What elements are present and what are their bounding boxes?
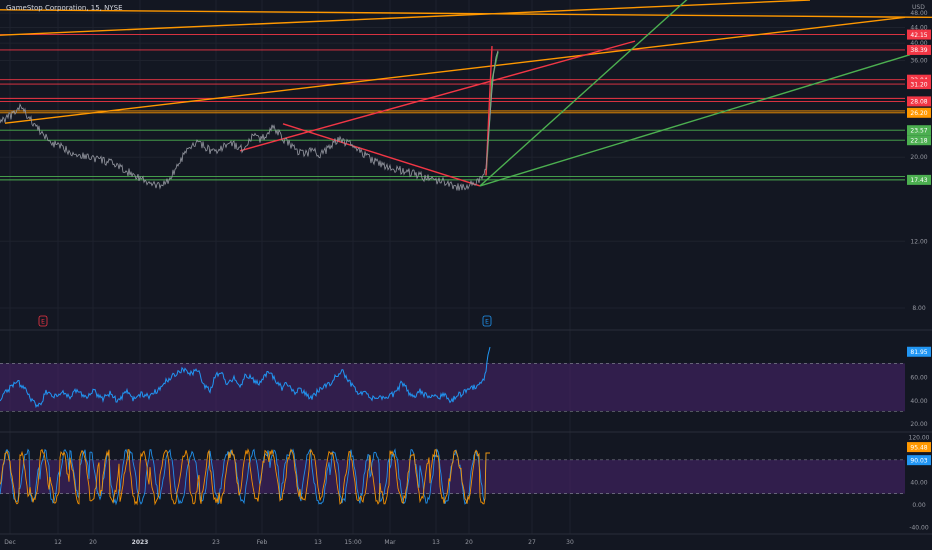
stochastic-value-tag[interactable]: 95.48 [907, 442, 931, 453]
price-tag[interactable]: 23.57 [907, 125, 931, 136]
earnings-event-icon[interactable]: E [38, 315, 48, 327]
price-tag-text: 22.18 [910, 137, 927, 144]
price-tag-text: 17.43 [910, 177, 927, 184]
stochastic-axis-tick: -40.00 [909, 524, 929, 531]
price-tag[interactable]: 17.43 [907, 174, 931, 185]
price-tag[interactable]: 28.08 [907, 96, 931, 107]
price-tag[interactable]: 26.20 [907, 107, 931, 118]
price-axis-tick: 12.00 [910, 238, 927, 245]
time-axis-tick: 27 [528, 539, 536, 546]
earnings-event-label: E [41, 319, 45, 326]
stochastic-axis-tick: 0.00 [912, 502, 926, 509]
time-axis-tick: Mar [384, 539, 396, 546]
rsi-axis-tick: 40.00 [910, 398, 927, 405]
price-tag-text: 38.39 [910, 47, 927, 54]
time-axis-tick: 13 [432, 539, 440, 546]
price-tag-text: 23.57 [910, 127, 927, 134]
stochastic-axis-tick: 120.00 [909, 434, 930, 441]
price-axis-tick: 36.00 [910, 58, 927, 65]
earnings-event-icon[interactable]: E [482, 315, 492, 327]
rsi-band-fill [0, 363, 905, 412]
time-axis-tick: 23 [212, 539, 220, 546]
time-axis-tick: Dec [4, 539, 16, 546]
rsi-axis-tick: 20.00 [910, 421, 927, 428]
stochastic-value-tag-text: 90.03 [910, 457, 927, 464]
rsi-value-tag[interactable]: 81.95 [907, 346, 931, 357]
stochastic-value-tag[interactable]: 90.03 [907, 455, 931, 466]
price-axis-tick: 48.00 [910, 10, 927, 17]
price-tag[interactable]: 38.39 [907, 44, 931, 55]
chart-title[interactable]: GameStop Corporation, 15, NYSE [6, 4, 123, 12]
currency-label: USD [912, 4, 925, 11]
time-axis-tick: 13 [314, 539, 322, 546]
time-axis-tick: 2023 [132, 539, 149, 546]
price-tag[interactable]: 42.15 [907, 29, 931, 40]
price-tag-text: 31.20 [910, 81, 927, 88]
time-axis-tick: Feb [257, 539, 268, 546]
time-axis-tick: 15:00 [344, 539, 361, 546]
price-tag[interactable]: 22.18 [907, 135, 931, 146]
time-axis-tick: 20 [465, 539, 473, 546]
price-tag-text: 28.08 [910, 99, 927, 106]
price-tag-text: 42.15 [910, 32, 927, 39]
time-axis-tick: 12 [54, 539, 62, 546]
price-axis-tick: 8.00 [912, 305, 926, 312]
chart-canvas[interactable]: EE 48.0044.0040.0036.0020.0012.008.0042.… [0, 0, 932, 550]
rsi-axis-tick: 60.00 [910, 374, 927, 381]
stochastic-axis-tick: 40.00 [910, 479, 927, 486]
earnings-event-label: E [485, 319, 489, 326]
price-tag[interactable]: 31.20 [907, 79, 931, 90]
price-axis-tick: 20.00 [910, 154, 927, 161]
time-axis-tick: 30 [566, 539, 574, 546]
time-axis-tick: 20 [89, 539, 97, 546]
price-tag-text: 26.20 [910, 110, 927, 117]
stochastic-value-tag-text: 95.48 [910, 444, 927, 451]
rsi-band [0, 363, 905, 412]
rsi-value-tag-text: 81.95 [910, 349, 927, 356]
